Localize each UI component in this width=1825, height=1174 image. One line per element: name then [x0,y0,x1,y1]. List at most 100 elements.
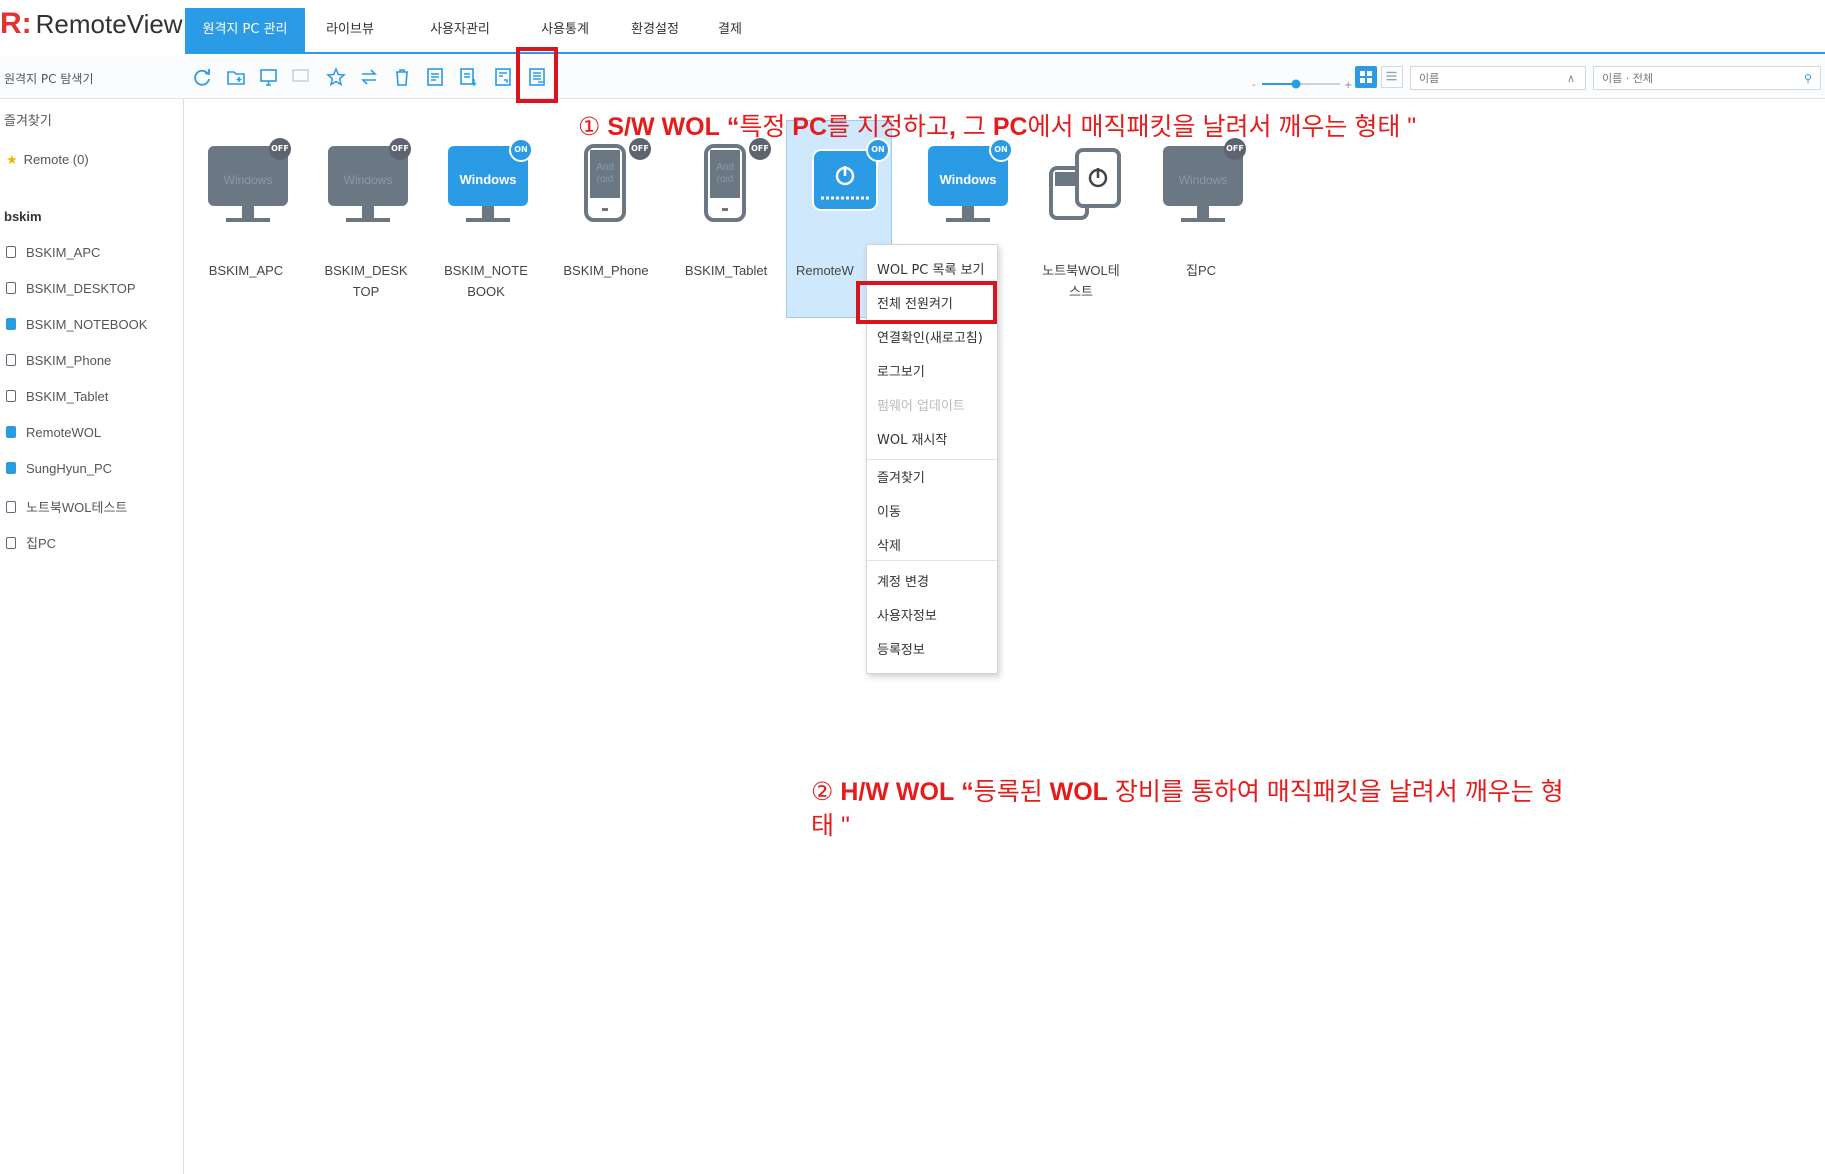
zoom-slider[interactable]: - + [1252,74,1352,91]
annotation-quote: “ [961,778,974,806]
sort-select-value: 이름 [1419,72,1440,85]
sidebar-item-bskim-tablet[interactable]: BSKIM_Tablet [6,389,108,404]
pc-icon [6,246,16,258]
sort-select[interactable]: 이름 ∧ [1410,66,1586,90]
phone-icon [6,354,16,366]
sidebar-item-label: BSKIM_NOTEBOOK [26,317,148,332]
annotation-bold: PC [792,113,827,141]
annotation-hw-wol-line2: 태 " [811,812,850,840]
status-badge: OFF [389,138,411,160]
device-notebook-wol-test[interactable]: 노트북WOL테스트 [1026,140,1136,302]
device-bskim-notebook[interactable]: Windows ON BSKIM_NOTEBOOK [431,138,541,302]
svg-text:roid: roid [597,174,614,185]
highlight-box-power-on-all [856,281,997,324]
delete-icon[interactable] [391,66,413,88]
menu-item-connection-check[interactable]: 연결확인(새로고침) [877,327,983,346]
logo-mark: R: [0,7,32,40]
pc-icon [6,282,16,294]
annotation-bold: S/W WOL [607,113,720,141]
annotation-quote: “ [726,113,740,141]
annotation-bold: WOL [1049,778,1108,806]
search-icon[interactable]: ⚲ [1804,67,1812,91]
device-bskim-apc[interactable]: Windows OFF BSKIM_APC [191,138,301,281]
tab-payment[interactable]: 결제 [705,8,755,52]
wol-notebook-icon [1049,148,1121,220]
menu-item-user-info[interactable]: 사용자정보 [877,605,937,624]
menu-item-wol-pc-list[interactable]: WOL PC 목록 보기 [877,259,984,278]
annotation-bold: PC [992,113,1028,141]
menu-item-view-log[interactable]: 로그보기 [877,361,925,380]
annotation-hw-wol: ② H/W WOL “등록된 WOL 장비를 통하여 매직패킷을 날려서 깨우는… [811,772,1564,808]
move-icon[interactable] [358,66,380,88]
explorer-title: 원격지 PC 탐색기 [4,72,94,86]
remote-connect-icon [290,66,312,88]
properties-icon[interactable] [492,66,514,88]
sidebar-item-label: BSKIM_APC [26,245,101,260]
pc-online-icon [6,462,16,474]
favorite-label: Remote (0) [23,152,89,167]
wol-device-icon [6,501,16,513]
device-bskim-phone[interactable]: And roid OFF BSKIM_Phone [551,138,661,281]
header-underline [185,52,1825,54]
tab-usage-stats[interactable]: 사용통계 [525,8,605,52]
filter-search-input[interactable]: 이름 · 전체 ⚲ [1593,66,1821,90]
status-badge: ON [509,138,533,162]
device-label: BSKIM_APC [208,263,284,278]
annotation-text: 특정 [739,113,793,141]
svg-text:Windows: Windows [940,172,997,187]
svg-text:Windows: Windows [344,173,393,187]
tab-user-management[interactable]: 사용자관리 [412,8,508,52]
menu-item-delete[interactable]: 삭제 [877,535,901,554]
refresh-icon[interactable] [191,66,213,88]
sidebar-item-bskim-desktop[interactable]: BSKIM_DESKTOP [6,281,136,296]
star-icon: ★ [6,152,18,167]
device-label: BSKIM_DESKTOP [324,263,408,299]
menu-item-wol-restart[interactable]: WOL 재시작 [877,429,947,448]
menu-item-move[interactable]: 이동 [877,501,901,520]
sidebar-item-label: BSKIM_Tablet [26,389,109,404]
sidebar-item-bskim-phone[interactable]: BSKIM_Phone [6,353,111,368]
grid-view-icon[interactable] [1355,66,1377,88]
pc-icon [6,537,16,549]
device-bskim-tablet[interactable]: And roid OFF BSKIM_Tablet [671,138,781,281]
sidebar-item-home-pc[interactable]: 집PC [6,533,56,552]
sidebar-item-label: 집PC [26,536,57,551]
menu-item-registration-info[interactable]: 등록정보 [877,639,925,658]
svg-text:Windows: Windows [1179,173,1228,187]
annotation-text: 그 [955,113,993,141]
tab-settings[interactable]: 환경설정 [615,8,695,52]
device-label: 노트북WOL테스트 [1042,263,1120,299]
filter-value: 이름 · 전체 [1602,72,1653,85]
list-view-icon[interactable] [1381,66,1403,88]
device-bskim-desktop[interactable]: Windows OFF BSKIM_DESKTOP [311,138,421,302]
app-logo: R: RemoteView [0,4,183,44]
add-pc-icon[interactable] [258,66,280,88]
annotation-number: ① [578,113,601,141]
tab-liveview[interactable]: 라이브뷰 [310,8,390,52]
svg-text:And: And [716,162,734,173]
sidebar-item-notebook-wol-test[interactable]: 노트북WOL테스트 [6,497,127,516]
favorite-star-icon[interactable] [325,66,347,88]
device-label: BSKIM_Tablet [684,263,768,278]
svg-text:Windows: Windows [224,173,273,187]
log-download-icon[interactable] [457,66,479,88]
chevron-up-icon: ∧ [1566,72,1575,85]
menu-separator [867,459,997,460]
menu-item-favorite[interactable]: 즐겨찾기 [877,467,925,486]
menu-separator [867,560,997,561]
sidebar-item-bskim-notebook[interactable]: BSKIM_NOTEBOOK [6,317,147,332]
tablet-icon [6,390,16,402]
device-sunghyun-pc[interactable]: Windows ON [911,138,1021,234]
sidebar-item-remotewol[interactable]: RemoteWOL [6,425,101,440]
log-view-icon[interactable] [424,66,446,88]
svg-text:-: - [1252,80,1256,89]
device-home-pc[interactable]: Windows OFF 집PC [1146,138,1256,281]
sidebar-item-sunghyun-pc[interactable]: SungHyun_PC [6,461,112,476]
add-folder-icon[interactable] [225,66,247,88]
sidebar-item-bskim-apc[interactable]: BSKIM_APC [6,245,100,260]
menu-item-change-account[interactable]: 계정 변경 [877,571,929,590]
tab-remote-pc-management[interactable]: 원격지 PC 관리 [185,8,305,52]
sidebar-item-remote-favorite[interactable]: ★ Remote (0) [6,152,89,168]
sidebar-group-name[interactable]: bskim [4,209,42,224]
annotation-sw-wol: ① S/W WOL “특정 PC를 지정하고, 그 PC에서 매직패킷을 날려서… [578,107,1416,143]
